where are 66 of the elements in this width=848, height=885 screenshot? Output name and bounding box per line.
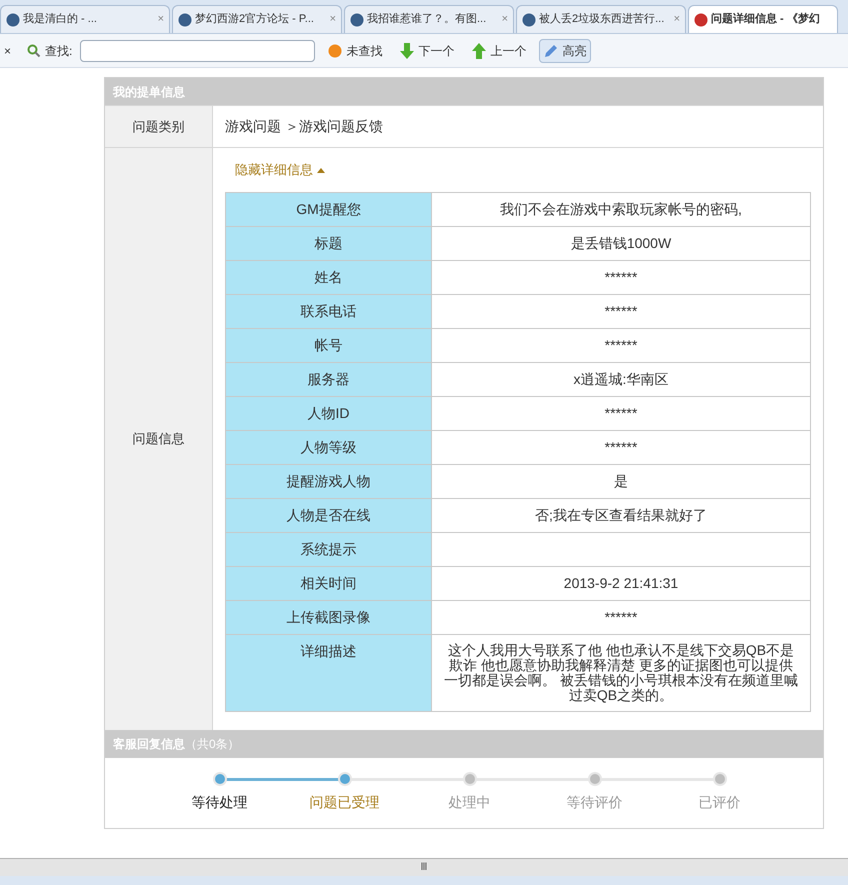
detail-label: 系统提示	[300, 540, 358, 559]
find-toolbar-button[interactable]: 未查找	[323, 38, 388, 62]
detail-label: 人物是否在线	[286, 506, 372, 525]
row-label: 问题类别	[105, 106, 213, 147]
browser-tab[interactable]: 我是清白的 - ... ×	[0, 5, 170, 33]
detail-label: 标题	[314, 234, 344, 253]
tab-title: 我招谁惹谁了？。有图...	[367, 12, 486, 28]
scrollbar-grip[interactable]: Ⅲ	[420, 860, 428, 875]
pencil-icon	[544, 44, 558, 58]
browser-tab[interactable]: 被人丢2垃圾东西进苦行... ×	[516, 5, 686, 33]
detail-value: ******	[604, 404, 638, 423]
detail-value: 这个人我用大号联系了他 他也承认不是线下交易QB不是欺诈 他也愿意协助我解释清楚 更多的证据图也可以提供一切都是误会啊。 被丢错钱的小号琪根本没有在频道里喊过卖QB之类的。	[443, 641, 799, 705]
find-input-field[interactable]	[80, 40, 316, 62]
find-label: 查找:	[45, 42, 72, 60]
search-icon	[27, 44, 42, 58]
row-label: 问题信息	[105, 148, 213, 730]
step-label: 问题已受理	[310, 793, 380, 812]
detail-value: x逍遥城:华南区	[572, 370, 670, 389]
find-toolbar-button[interactable]: 上一个	[467, 38, 532, 62]
detail-label: 姓名	[314, 268, 344, 287]
step-label: 已评价	[698, 793, 740, 812]
detail-label: 详细描述	[300, 642, 358, 661]
browser-tab[interactable]: 问题详细信息 - 《梦幻	[688, 5, 838, 33]
caret-icon	[317, 168, 325, 172]
browser-tab[interactable]: 梦幻西游2官方论坛 - P... ×	[172, 5, 342, 33]
tab-title: 我是清白的 - ...	[23, 12, 97, 28]
toggle-details-link[interactable]: 隐藏详细信息	[235, 160, 325, 180]
detail-label: 人物ID	[306, 404, 350, 423]
detail-value: 是丢错钱1000W	[570, 234, 672, 253]
arrow-down-icon	[400, 42, 414, 58]
tab-title: 梦幻西游2官方论坛 - P...	[195, 12, 314, 28]
detail-value: ******	[604, 268, 638, 287]
detail-value: ******	[604, 438, 638, 457]
step-label: 等待评价	[566, 793, 622, 812]
category-value: 游戏问题 ＞游戏问题反馈	[224, 117, 384, 136]
detail-value: ******	[604, 302, 638, 321]
tab-favicon-icon	[6, 12, 20, 26]
arrow-up-icon	[472, 42, 486, 58]
circle-icon	[328, 44, 342, 58]
detail-label: 上传截图录像	[286, 608, 372, 627]
tab-favicon-icon	[694, 12, 708, 26]
detail-label: 提醒游戏人物	[286, 472, 372, 491]
tab-favicon-icon	[178, 12, 192, 26]
detail-value: 是	[613, 472, 629, 491]
find-toolbar-button[interactable]: 下一个	[395, 38, 460, 62]
detail-label: 人物等级	[300, 438, 358, 457]
tab-title: 问题详细信息 - 《梦幻	[711, 12, 820, 28]
tab-favicon-icon	[522, 12, 536, 26]
detail-value: 2013-9-2 21:41:31	[562, 574, 680, 593]
detail-value: ******	[604, 608, 638, 627]
close-find-icon[interactable]: ×	[4, 42, 12, 60]
detail-label: 帐号	[314, 336, 344, 355]
find-toolbar-button[interactable]: 高亮	[539, 38, 592, 62]
tab-title: 被人丢2垃圾东西进苦行...	[539, 12, 664, 28]
step-label: 处理中	[448, 793, 490, 812]
horizontal-scrollbar[interactable]: Ⅲ	[0, 858, 848, 876]
detail-value: ******	[604, 336, 638, 355]
detail-value: 我们不会在游戏中索取玩家帐号的密码,	[499, 200, 743, 219]
detail-label: GM提醒您	[295, 200, 362, 219]
detail-value: 否;我在专区查看结果就好了	[534, 506, 708, 525]
step-label: 等待处理	[192, 793, 248, 812]
tab-favicon-icon	[350, 12, 364, 26]
detail-label: 相关时间	[300, 574, 358, 593]
detail-label: 联系电话	[300, 302, 358, 321]
browser-tab[interactable]: 我招谁惹谁了？。有图... ×	[344, 5, 514, 33]
detail-label: 服务器	[306, 370, 350, 389]
